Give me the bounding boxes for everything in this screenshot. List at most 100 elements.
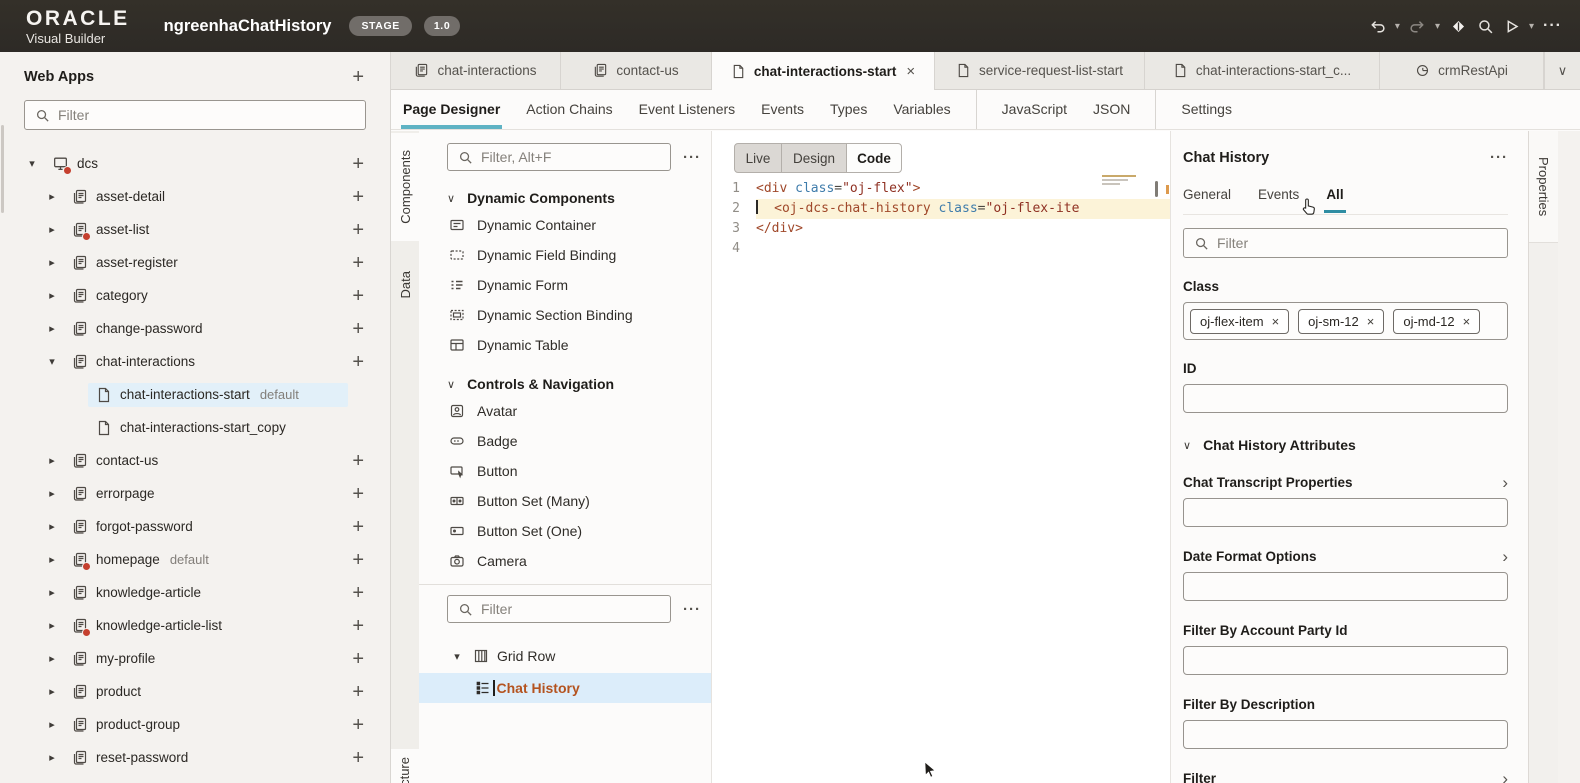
tab-chat-interactions-start[interactable]: chat-interactions-start ×	[712, 52, 935, 90]
tab-properties-vertical[interactable]: Properties	[1529, 131, 1558, 243]
add-icon[interactable]: +	[352, 253, 364, 273]
class-chip-input[interactable]: oj-flex-item × oj-sm-12 × oj-md-12 ×	[1183, 302, 1508, 340]
tab-crmrestapi[interactable]: crmRestApi	[1380, 52, 1544, 89]
redo-icon[interactable]	[1409, 18, 1426, 35]
sidebar-filter-input[interactable]	[58, 107, 365, 123]
sidebar-item-my-profile[interactable]: ▸ my-profile +	[0, 642, 390, 675]
caret-right-icon[interactable]: ▸	[44, 718, 60, 731]
tab-page-designer[interactable]: Page Designer	[391, 90, 513, 129]
section-dynamic-components[interactable]: ∨ Dynamic Components	[447, 190, 711, 206]
chevron-right-icon[interactable]: ›	[1502, 770, 1508, 783]
section-controls-navigation[interactable]: ∨ Controls & Navigation	[447, 376, 711, 392]
components-filter-input[interactable]	[481, 149, 670, 165]
caret-right-icon[interactable]: ▸	[44, 619, 60, 632]
tab-general[interactable]: General	[1183, 187, 1231, 204]
chevron-right-icon[interactable]: ›	[1502, 548, 1508, 565]
code-minimap[interactable]	[1102, 175, 1144, 209]
caret-down-icon[interactable]: ▾	[449, 650, 465, 663]
add-icon[interactable]: +	[352, 484, 364, 504]
tab-chat-interactions[interactable]: chat-interactions	[391, 52, 561, 89]
tab-contact-us[interactable]: contact-us	[561, 52, 712, 89]
filter-by-account-party-id-input[interactable]	[1183, 646, 1508, 675]
undo-icon[interactable]	[1369, 18, 1386, 35]
header-menu-icon[interactable]: ···	[1543, 17, 1562, 35]
id-input[interactable]	[1183, 384, 1508, 413]
component-dynamic-container[interactable]: Dynamic Container	[419, 210, 711, 240]
caret-right-icon[interactable]: ▸	[44, 487, 60, 500]
code-line[interactable]: 3 </div>	[712, 219, 1170, 239]
caret-right-icon[interactable]: ▸	[44, 685, 60, 698]
sidebar-item-asset-register[interactable]: ▸ asset-register +	[0, 246, 390, 279]
field-chat-transcript-properties[interactable]: Chat Transcript Properties ›	[1183, 474, 1508, 491]
caret-right-icon[interactable]: ▸	[44, 223, 60, 236]
component-dynamic-field-binding[interactable]: Dynamic Field Binding	[419, 240, 711, 270]
undo-dropdown-caret[interactable]: ▾	[1395, 21, 1400, 32]
sidebar-item-category[interactable]: ▸ category +	[0, 279, 390, 312]
sidebar-filter[interactable]	[24, 100, 366, 130]
sidebar-item-change-password[interactable]: ▸ change-password +	[0, 312, 390, 345]
tab-structure-vertical[interactable]: Structure	[391, 749, 419, 783]
chevron-right-icon[interactable]: ›	[1502, 474, 1508, 491]
tab-overflow-chevron-icon[interactable]: ∨	[1544, 52, 1580, 89]
view-design-button[interactable]: Design	[781, 143, 847, 173]
add-icon[interactable]: +	[352, 187, 364, 207]
caret-right-icon[interactable]: ▸	[44, 289, 60, 302]
add-icon[interactable]: +	[352, 517, 364, 537]
code-line[interactable]: 4	[712, 239, 1170, 259]
tab-data-vertical[interactable]: Data	[391, 255, 419, 315]
component-dynamic-table[interactable]: Dynamic Table	[419, 330, 711, 360]
sidebar-scrollbar[interactable]	[1, 125, 4, 213]
sidebar-item-asset-detail[interactable]: ▸ asset-detail +	[0, 180, 390, 213]
tab-action-chains[interactable]: Action Chains	[513, 90, 625, 129]
component-avatar[interactable]: Avatar	[419, 396, 711, 426]
class-chip[interactable]: oj-md-12 ×	[1393, 308, 1481, 334]
caret-down-icon[interactable]: ▾	[44, 355, 60, 368]
sidebar-item-contact-us[interactable]: ▸ contact-us +	[0, 444, 390, 477]
add-icon[interactable]: +	[352, 715, 364, 735]
sidebar-item-chat-interactions-start-copy[interactable]: chat-interactions-start_copy	[0, 411, 390, 444]
sidebar-item-product-group[interactable]: ▸ product-group +	[0, 708, 390, 741]
structure-filter-input[interactable]	[481, 601, 670, 617]
add-icon[interactable]: +	[352, 649, 364, 669]
add-icon[interactable]: +	[352, 583, 364, 603]
add-icon[interactable]: +	[352, 451, 364, 471]
remove-chip-icon[interactable]: ×	[1367, 314, 1375, 329]
sidebar-item-forgot-password[interactable]: ▸ forgot-password +	[0, 510, 390, 543]
view-code-button[interactable]: Code	[846, 143, 902, 173]
add-icon[interactable]: +	[352, 616, 364, 636]
add-icon[interactable]: +	[352, 550, 364, 570]
component-button-set-one[interactable]: Button Set (One)	[419, 516, 711, 546]
tab-types[interactable]: Types	[817, 90, 880, 129]
sidebar-item-chat-interactions-start[interactable]: chat-interactions-start default	[0, 378, 390, 411]
structure-menu-icon[interactable]: ···	[683, 601, 701, 618]
remove-chip-icon[interactable]: ×	[1463, 314, 1471, 329]
tab-event-listeners[interactable]: Event Listeners	[626, 90, 749, 129]
tab-events[interactable]: Events	[748, 90, 817, 129]
structure-node-chat-history[interactable]: Chat History	[419, 673, 711, 703]
view-live-button[interactable]: Live	[734, 143, 782, 173]
caret-down-icon[interactable]: ▾	[24, 157, 40, 170]
editor-scrollbar[interactable]	[1155, 181, 1158, 197]
search-icon[interactable]	[1477, 18, 1494, 35]
component-dynamic-section-binding[interactable]: Dynamic Section Binding	[419, 300, 711, 330]
tab-components-vertical[interactable]: Components	[391, 133, 419, 241]
date-format-options-input[interactable]	[1183, 572, 1508, 601]
tab-service-request-list-start[interactable]: service-request-list-start	[935, 52, 1145, 89]
add-icon[interactable]: +	[352, 748, 364, 768]
sidebar-item-knowledge-article-list[interactable]: ▸ knowledge-article-list +	[0, 609, 390, 642]
add-icon[interactable]: +	[352, 154, 364, 174]
component-button[interactable]: Button	[419, 456, 711, 486]
tab-events[interactable]: Events	[1258, 187, 1299, 204]
field-date-format-options[interactable]: Date Format Options ›	[1183, 548, 1508, 565]
structure-node-grid-row[interactable]: ▾ Grid Row	[419, 643, 711, 669]
sidebar-item-reset-password[interactable]: ▸ reset-password +	[0, 741, 390, 774]
properties-filter-input[interactable]	[1217, 235, 1507, 251]
caret-right-icon[interactable]: ▸	[44, 652, 60, 665]
components-filter[interactable]	[447, 143, 671, 171]
sidebar-item-chat-interactions[interactable]: ▾ chat-interactions +	[0, 345, 390, 378]
sidebar-item-product[interactable]: ▸ product +	[0, 675, 390, 708]
add-web-app-icon[interactable]: +	[352, 67, 364, 87]
caret-right-icon[interactable]: ▸	[44, 190, 60, 203]
tab-variables[interactable]: Variables	[880, 90, 963, 129]
redo-dropdown-caret[interactable]: ▾	[1435, 21, 1440, 32]
